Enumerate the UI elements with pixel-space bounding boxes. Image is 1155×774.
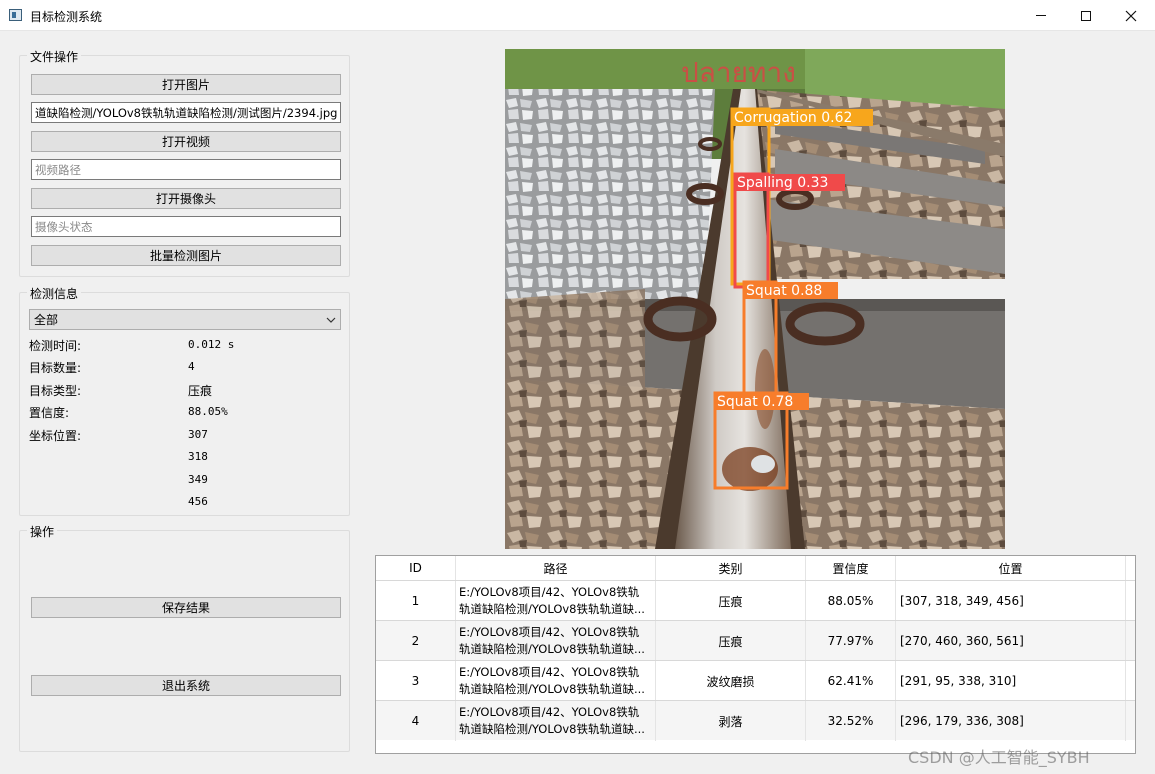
image-path-field[interactable]: 道缺陷检测/YOLOv8铁轨轨道缺陷检测/测试图片/2394.jpg	[31, 102, 341, 123]
open-camera-button[interactable]: 打开摄像头	[31, 188, 341, 209]
cell-path-line1: E:/YOLOv8项目/42、YOLOv8铁轨	[459, 665, 640, 679]
header-position[interactable]: 位置	[896, 556, 1126, 580]
cell-category: 剥落	[656, 701, 806, 741]
bbox-label-squat-2: Squat 0.78	[717, 394, 793, 410]
save-results-button[interactable]: 保存结果	[31, 597, 341, 618]
cell-path: E:/YOLOv8项目/42、YOLOv8铁轨 轨道缺陷检测/YOLOv8铁轨轨道…	[456, 701, 656, 741]
maximize-icon	[1081, 10, 1091, 21]
detect-info-title: 检测信息	[27, 285, 82, 302]
table-header: ID 路径 类别 置信度 位置	[376, 556, 1135, 580]
coord-xmin: 307	[188, 428, 208, 441]
operations-title: 操作	[27, 523, 58, 540]
cell-position: [307, 318, 349, 456]	[896, 581, 1126, 621]
cell-confidence: 62.41%	[806, 661, 896, 701]
cell-confidence: 88.05%	[806, 581, 896, 621]
cell-category: 压痕	[656, 621, 806, 661]
close-button[interactable]	[1108, 0, 1154, 31]
conf-value: 88.05%	[188, 405, 228, 418]
chevron-down-icon	[326, 317, 336, 323]
cell-path: E:/YOLOv8项目/42、YOLOv8铁轨 轨道缺陷检测/YOLOv8铁轨轨道…	[456, 581, 656, 621]
detect-info-group: 检测信息 全部 检测时间: 0.012 s 目标数量: 4 目标类型: 压痕 置…	[19, 285, 350, 516]
results-table[interactable]: ID 路径 类别 置信度 位置 1 E:/YOLOv8项目/42、YOLOv8铁…	[375, 555, 1136, 754]
bbox-label-corrugation: Corrugation 0.62	[734, 110, 852, 126]
cell-id: 4	[376, 701, 456, 741]
sign-text: ปลายทาง	[681, 56, 796, 89]
cell-path-line2: 轨道缺陷检测/YOLOv8铁轨轨道缺...	[459, 642, 645, 656]
table-row[interactable]: 1 E:/YOLOv8项目/42、YOLOv8铁轨 轨道缺陷检测/YOLOv8铁轨…	[376, 580, 1135, 621]
cell-path: E:/YOLOv8项目/42、YOLOv8铁轨 轨道缺陷检测/YOLOv8铁轨轨道…	[456, 661, 656, 701]
maximize-button[interactable]	[1063, 0, 1109, 31]
cell-path-line2: 轨道缺陷检测/YOLOv8铁轨轨道缺...	[459, 602, 645, 616]
table-row[interactable]: 4 E:/YOLOv8项目/42、YOLOv8铁轨 轨道缺陷检测/YOLOv8铁轨…	[376, 700, 1135, 741]
cell-path-line1: E:/YOLOv8项目/42、YOLOv8铁轨	[459, 705, 640, 719]
watermark: CSDN @人工智能_SYBH	[908, 748, 1090, 767]
operations-group: 操作 保存结果 退出系统	[19, 523, 350, 752]
count-value: 4	[188, 360, 195, 373]
cell-confidence: 77.97%	[806, 621, 896, 661]
file-ops-title: 文件操作	[27, 48, 82, 65]
coord-xmax: 349	[188, 473, 208, 486]
type-value: 压痕	[188, 384, 213, 398]
minimize-icon	[1036, 15, 1046, 16]
cell-category: 波纹磨损	[656, 661, 806, 701]
cell-position: [270, 460, 360, 561]	[896, 621, 1126, 661]
exit-system-button[interactable]: 退出系统	[31, 675, 341, 696]
open-image-button[interactable]: 打开图片	[31, 74, 341, 95]
cell-id: 1	[376, 581, 456, 621]
cell-category: 压痕	[656, 581, 806, 621]
header-id[interactable]: ID	[376, 556, 456, 580]
cell-path-line1: E:/YOLOv8项目/42、YOLOv8铁轨	[459, 585, 640, 599]
cell-id: 3	[376, 661, 456, 701]
cell-path-line2: 轨道缺陷检测/YOLOv8铁轨轨道缺...	[459, 682, 645, 696]
cell-position: [296, 179, 336, 308]	[896, 701, 1126, 741]
file-ops-group: 文件操作 打开图片 道缺陷检测/YOLOv8铁轨轨道缺陷检测/测试图片/2394…	[19, 48, 350, 277]
table-row[interactable]: 3 E:/YOLOv8项目/42、YOLOv8铁轨 轨道缺陷检测/YOLOv8铁轨…	[376, 660, 1135, 701]
app-icon	[9, 9, 22, 21]
time-label: 检测时间:	[29, 339, 82, 353]
close-icon	[1125, 10, 1137, 21]
target-filter-value: 全部	[34, 313, 59, 327]
batch-detect-button[interactable]: 批量检测图片	[31, 245, 341, 266]
coord-ymin: 318	[188, 450, 208, 463]
coord-label: 坐标位置:	[29, 429, 82, 443]
camera-status-field[interactable]: 摄像头状态	[31, 216, 341, 237]
table-row[interactable]: 2 E:/YOLOv8项目/42、YOLOv8铁轨 轨道缺陷检测/YOLOv8铁轨…	[376, 620, 1135, 661]
coord-ymax: 456	[188, 495, 208, 508]
type-label: 目标类型:	[29, 384, 82, 398]
railway-scene: ปลายทาง Corrugation 0.62 Spalling 0.33 S…	[505, 49, 1005, 549]
header-category[interactable]: 类别	[656, 556, 806, 580]
cell-position: [291, 95, 338, 310]	[896, 661, 1126, 701]
bbox-label-spalling: Spalling 0.33	[737, 175, 828, 191]
cell-path: E:/YOLOv8项目/42、YOLOv8铁轨 轨道缺陷检测/YOLOv8铁轨轨道…	[456, 621, 656, 661]
minimize-button[interactable]	[1018, 0, 1064, 31]
window-title: 目标检测系统	[30, 10, 103, 24]
count-label: 目标数量:	[29, 361, 82, 375]
header-path[interactable]: 路径	[456, 556, 656, 580]
time-value: 0.012 s	[188, 338, 235, 351]
video-path-field[interactable]: 视频路径	[31, 159, 341, 180]
title-bar: 目标检测系统	[0, 0, 1155, 31]
header-confidence[interactable]: 置信度	[806, 556, 896, 580]
detection-image: ปลายทาง Corrugation 0.62 Spalling 0.33 S…	[505, 49, 1005, 549]
cell-confidence: 32.52%	[806, 701, 896, 741]
cell-path-line1: E:/YOLOv8项目/42、YOLOv8铁轨	[459, 625, 640, 639]
target-filter-select[interactable]: 全部	[29, 309, 341, 330]
open-video-button[interactable]: 打开视频	[31, 131, 341, 152]
bbox-label-squat-1: Squat 0.88	[746, 283, 822, 299]
cell-path-line2: 轨道缺陷检测/YOLOv8铁轨轨道缺...	[459, 722, 645, 736]
cell-id: 2	[376, 621, 456, 661]
conf-label: 置信度:	[29, 406, 70, 420]
